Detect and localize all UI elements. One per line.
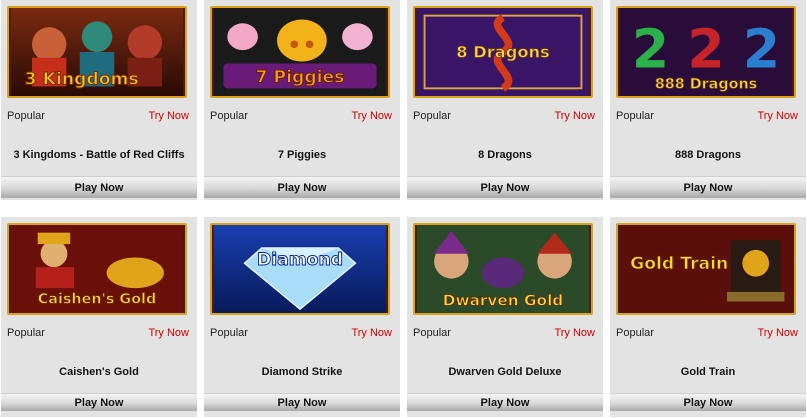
game-artwork: Gold Train xyxy=(619,225,793,313)
game-artwork: 2 2 2 888 Dragons xyxy=(619,8,793,96)
game-title: Dwarven Gold Deluxe xyxy=(448,366,562,378)
game-card: Dwarven Gold Popular Try Now Dwarven Gol… xyxy=(407,217,603,417)
svg-text:2: 2 xyxy=(743,17,780,80)
game-artwork: Caishen's Gold xyxy=(10,225,184,313)
game-card: 8 Dragons Popular Try Now 8 Dragons Play… xyxy=(407,0,603,200)
try-now-link[interactable]: Try Now xyxy=(148,327,189,339)
game-thumbnail[interactable]: Gold Train xyxy=(616,223,796,315)
game-artwork: Dwarven Gold xyxy=(416,225,590,313)
category-label: Popular xyxy=(616,110,654,122)
try-now-link[interactable]: Try Now xyxy=(554,110,595,122)
game-artwork: 7 Piggies xyxy=(213,8,387,96)
game-thumbnail[interactable]: 8 Dragons xyxy=(413,6,593,98)
category-label: Popular xyxy=(7,327,45,339)
try-now-link[interactable]: Try Now xyxy=(757,110,798,122)
game-logo-text: 8 Dragons xyxy=(456,43,549,62)
try-now-link[interactable]: Try Now xyxy=(351,327,392,339)
game-thumbnail[interactable]: 2 2 2 888 Dragons xyxy=(616,6,796,98)
svg-text:2: 2 xyxy=(632,17,669,80)
try-now-link[interactable]: Try Now xyxy=(148,110,189,122)
category-label: Popular xyxy=(210,110,248,122)
game-thumbnail[interactable]: 7 Piggies xyxy=(210,6,390,98)
try-now-link[interactable]: Try Now xyxy=(757,327,798,339)
game-card: 3 Kingdoms Popular Try Now 3 Kingdoms - … xyxy=(1,0,197,200)
category-label: Popular xyxy=(413,327,451,339)
try-now-link[interactable]: Try Now xyxy=(554,327,595,339)
game-title: 3 Kingdoms - Battle of Red Cliffs xyxy=(13,149,185,161)
game-title: Diamond Strike xyxy=(261,366,343,378)
game-artwork: 8 Dragons xyxy=(416,8,590,96)
play-now-button[interactable]: Play Now xyxy=(407,176,603,198)
game-card: 2 2 2 888 Dragons Popular Try Now 888 Dr… xyxy=(610,0,806,200)
game-card: Gold Train Popular Try Now Gold Train Pl… xyxy=(610,217,806,417)
game-title: Gold Train xyxy=(680,366,736,378)
game-title: Caishen's Gold xyxy=(59,366,139,378)
game-thumbnail[interactable]: Dwarven Gold xyxy=(413,223,593,315)
play-now-button[interactable]: Play Now xyxy=(610,393,806,411)
game-grid: 3 Kingdoms Popular Try Now 3 Kingdoms - … xyxy=(0,0,807,418)
play-now-button[interactable]: Play Now xyxy=(204,176,400,198)
game-logo-text: 3 Kingdoms xyxy=(25,70,139,90)
game-title: 7 Piggies xyxy=(277,149,327,161)
game-thumbnail[interactable]: Diamond xyxy=(210,223,390,315)
game-artwork: 3 Kingdoms xyxy=(10,8,184,96)
game-thumbnail[interactable]: 3 Kingdoms xyxy=(7,6,187,98)
game-logo-text: 7 Piggies xyxy=(256,68,345,88)
category-label: Popular xyxy=(413,110,451,122)
game-card: Caishen's Gold Popular Try Now Caishen's… xyxy=(1,217,197,417)
game-title: 888 Dragons xyxy=(674,149,742,161)
game-logo-text: Diamond xyxy=(257,250,343,270)
category-label: Popular xyxy=(616,327,654,339)
game-logo-text: Dwarven Gold xyxy=(443,291,564,309)
play-now-button[interactable]: Play Now xyxy=(1,393,197,411)
play-now-button[interactable]: Play Now xyxy=(1,176,197,198)
game-logo-text: Gold Train xyxy=(630,254,728,274)
game-title: 8 Dragons xyxy=(478,149,532,161)
svg-text:2: 2 xyxy=(687,17,724,80)
game-thumbnail[interactable]: Caishen's Gold xyxy=(7,223,187,315)
try-now-link[interactable]: Try Now xyxy=(351,110,392,122)
category-label: Popular xyxy=(210,327,248,339)
game-card: 7 Piggies Popular Try Now 7 Piggies Play… xyxy=(204,0,400,200)
play-now-button[interactable]: Play Now xyxy=(204,393,400,411)
game-card: Diamond Popular Try Now Diamond Strike P… xyxy=(204,217,400,417)
play-now-button[interactable]: Play Now xyxy=(610,176,806,198)
game-logo-text: 888 Dragons xyxy=(655,76,757,92)
game-logo-text: Caishen's Gold xyxy=(38,291,156,307)
play-now-button[interactable]: Play Now xyxy=(407,393,603,411)
category-label: Popular xyxy=(7,110,45,122)
game-artwork: Diamond xyxy=(213,225,387,313)
